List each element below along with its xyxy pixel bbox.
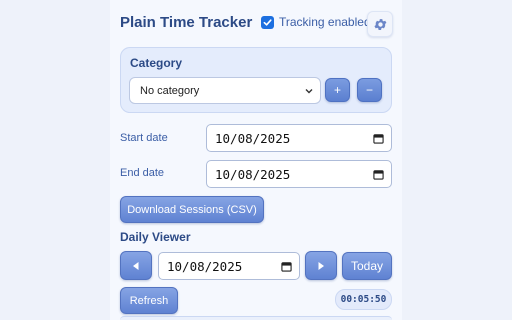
daily-timer-badge: 00:05:50 xyxy=(335,289,392,310)
daily-viewer-title: Daily Viewer xyxy=(120,230,191,244)
tracking-toggle[interactable]: Tracking enabled xyxy=(261,15,371,29)
arrow-left-icon xyxy=(133,261,139,270)
category-title: Category xyxy=(130,56,183,70)
calendar-icon[interactable] xyxy=(373,133,384,144)
today-button[interactable]: Today xyxy=(342,252,392,280)
next-day-button[interactable] xyxy=(305,251,337,280)
daily-date-input[interactable]: 10/08/2025 xyxy=(158,252,300,280)
calendar-icon[interactable] xyxy=(373,169,384,180)
start-date-label: Start date xyxy=(120,132,168,144)
end-date-label: End date xyxy=(120,167,165,179)
end-date-value: 10/08/2025 xyxy=(215,166,291,182)
previous-day-button[interactable] xyxy=(120,251,152,280)
refresh-button[interactable]: Refresh xyxy=(120,287,178,314)
calendar-icon[interactable] xyxy=(281,261,292,272)
download-csv-button[interactable]: Download Sessions (CSV) xyxy=(120,196,264,223)
tracking-checkbox[interactable] xyxy=(261,15,274,29)
end-date-input[interactable]: 10/08/2025 xyxy=(206,160,392,188)
category-select[interactable]: No category xyxy=(129,77,321,104)
tracking-label: Tracking enabled xyxy=(279,15,371,29)
daily-date-value: 10/08/2025 xyxy=(167,258,243,274)
start-date-input[interactable]: 10/08/2025 xyxy=(206,124,392,152)
category-selected-value: No category xyxy=(140,84,200,97)
gear-icon xyxy=(373,18,386,30)
app-title: Plain Time Tracker xyxy=(120,14,253,31)
settings-button[interactable] xyxy=(367,11,393,37)
next-section-edge xyxy=(120,316,392,320)
remove-category-button[interactable]: − xyxy=(357,78,382,102)
add-category-button[interactable]: + xyxy=(325,78,350,102)
start-date-value: 10/08/2025 xyxy=(215,130,291,146)
arrow-right-icon xyxy=(318,261,324,270)
chevron-down-icon xyxy=(305,89,313,94)
check-icon xyxy=(263,18,272,26)
